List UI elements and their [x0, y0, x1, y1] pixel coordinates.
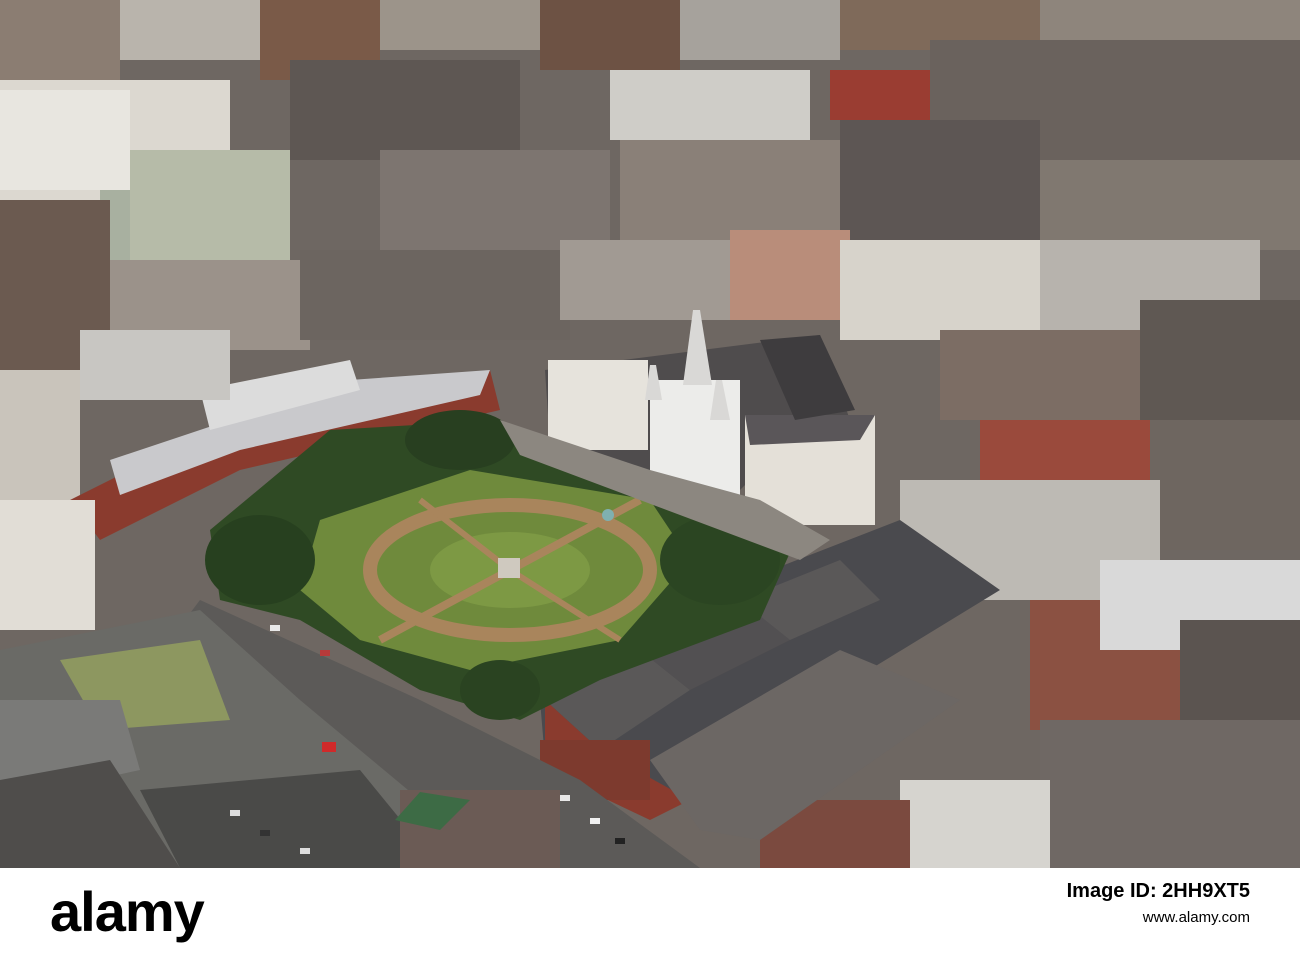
alamy-logo: alamy — [50, 880, 205, 943]
image-id-label: Image ID: 2HH9XT5 — [1066, 880, 1250, 902]
aerial-photo — [0, 0, 1300, 868]
watermark-footer: alamy Image ID: 2HH9XT5 www.alamy.com — [0, 868, 1300, 956]
aerial-photo-svg — [0, 0, 1300, 868]
image-id-block: Image ID: 2HH9XT5 www.alamy.com — [1067, 880, 1250, 926]
site-url: www.alamy.com — [1142, 909, 1250, 926]
